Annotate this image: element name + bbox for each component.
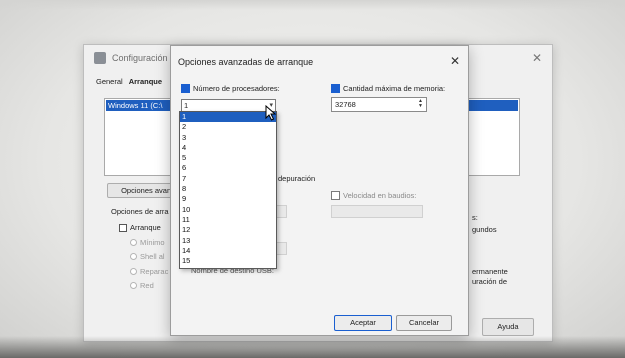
mouse-cursor-icon (265, 105, 277, 121)
radio-label: Shell al (140, 252, 165, 261)
radio-reparacion[interactable]: Reparac (130, 267, 168, 276)
cancel-button[interactable]: Cancelar (396, 315, 452, 331)
right-text-seconds: gundos (472, 225, 497, 234)
processors-dropdown-list[interactable]: 12345678910111213141516 (179, 111, 277, 269)
radio-label: Reparac (140, 267, 169, 276)
dropdown-option[interactable]: 10 (180, 205, 276, 215)
baud-rate-checkbox[interactable]: Velocidad en baudios: (331, 191, 416, 200)
memory-spinbox[interactable]: 32768 ▲ ▼ (331, 97, 427, 112)
accept-button[interactable]: Aceptar (334, 315, 392, 331)
dropdown-option[interactable]: 12 (180, 225, 276, 235)
processors-value: 1 (184, 101, 189, 110)
checkmark-icon[interactable] (181, 84, 190, 93)
dropdown-option[interactable]: 8 (180, 184, 276, 194)
dropdown-option[interactable]: 2 (180, 122, 276, 132)
dropdown-option[interactable]: 16 (180, 266, 276, 268)
spin-buttons[interactable]: ▲ ▼ (416, 99, 425, 110)
right-text-permanent: ermanente (472, 267, 508, 276)
dialog-title: Opciones avanzadas de arranque (178, 57, 314, 67)
boot-options-label: Opciones de arra (111, 207, 169, 216)
msconfig-close-icon[interactable]: ✕ (532, 51, 542, 65)
screen-bezel-bottom (0, 336, 625, 358)
radio-minimo[interactable]: Mínimo (130, 238, 165, 247)
tab-arranque[interactable]: Arranque (129, 77, 162, 86)
right-text-seconds-label: s: (472, 213, 478, 222)
msconfig-title: Configuración (112, 53, 168, 63)
radio-label: Red (140, 281, 154, 290)
dropdown-option[interactable]: 7 (180, 174, 276, 184)
dialog-close-icon[interactable]: ✕ (450, 54, 460, 68)
safe-boot-checkbox-box[interactable] (119, 223, 127, 232)
memory-label: Cantidad máxima de memoria: (343, 84, 446, 93)
screen-bezel-top (0, 0, 625, 10)
baud-rate-combobox[interactable] (331, 205, 423, 218)
memory-checkbox[interactable]: Cantidad máxima de memoria: (331, 84, 445, 93)
radio-label: Mínimo (140, 238, 165, 247)
spin-down-icon[interactable]: ▼ (416, 104, 425, 109)
processors-label: Número de procesadores: (193, 84, 280, 93)
safe-boot-checkbox[interactable]: Arranque (119, 223, 161, 232)
dropdown-option[interactable]: 6 (180, 163, 276, 173)
dropdown-option[interactable]: 13 (180, 236, 276, 246)
radio-dot[interactable] (130, 268, 137, 275)
radio-shell[interactable]: Shell al (130, 252, 165, 261)
dropdown-option[interactable]: 14 (180, 246, 276, 256)
radio-dot[interactable] (130, 253, 137, 260)
dropdown-option[interactable]: 15 (180, 256, 276, 266)
dropdown-option[interactable]: 9 (180, 194, 276, 204)
radio-red[interactable]: Red (130, 281, 154, 290)
baud-rate-label: Velocidad en baudios: (343, 191, 417, 200)
processors-checkbox[interactable]: Número de procesadores: (181, 84, 280, 93)
dropdown-option[interactable]: 5 (180, 153, 276, 163)
msconfig-app-icon (94, 52, 106, 64)
memory-value: 32768 (335, 100, 356, 109)
tab-general[interactable]: General (96, 77, 123, 86)
help-button[interactable]: Ayuda (482, 318, 534, 336)
dropdown-option[interactable]: 1 (180, 112, 276, 123)
dropdown-option[interactable]: 3 (180, 133, 276, 143)
right-text-configuration: uración de (472, 277, 508, 286)
debug-label: depuración (278, 174, 316, 183)
radio-dot[interactable] (130, 239, 137, 246)
msconfig-tabs: General Arranque (96, 77, 162, 86)
safe-boot-label: Arranque (130, 223, 161, 232)
dropdown-option[interactable]: 4 (180, 143, 276, 153)
radio-dot[interactable] (130, 282, 137, 289)
checkbox-box[interactable] (331, 191, 340, 200)
checkmark-icon[interactable] (331, 84, 340, 93)
dropdown-option[interactable]: 11 (180, 215, 276, 225)
